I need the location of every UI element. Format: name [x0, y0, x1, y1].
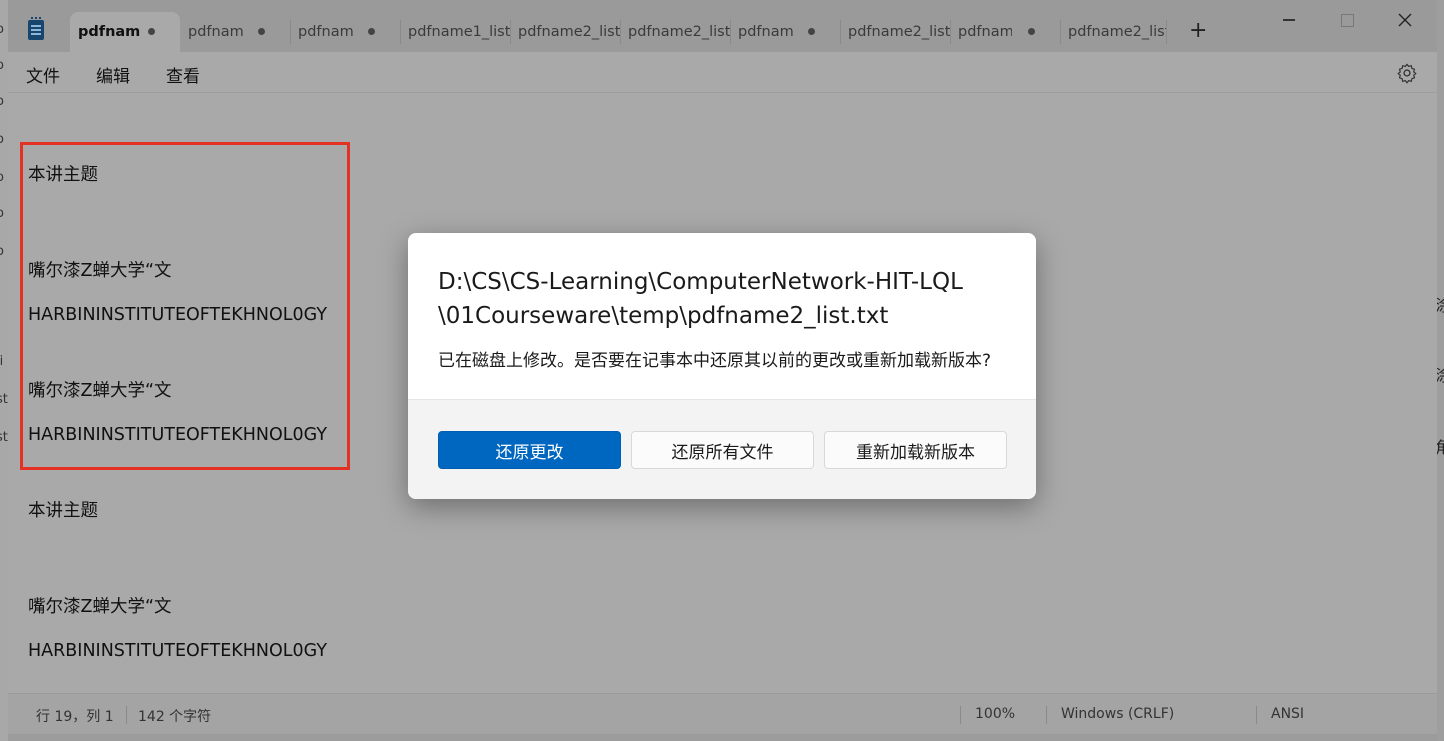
menu-bar: 文件 编辑 查看	[8, 52, 1437, 93]
background-text-fragment: 涂	[1437, 292, 1444, 316]
tab-label: pdfnam	[738, 24, 794, 40]
menu-view[interactable]: 查看	[166, 62, 200, 87]
background-text-fragment: o	[0, 22, 4, 37]
tab-label: pdfname2_list	[628, 24, 730, 40]
unsaved-dot-icon	[808, 28, 815, 35]
background-text-fragment: 角	[1437, 434, 1444, 458]
dialog-title: D:\CS\CS-Learning\ComputerNetwork-HIT-LQ…	[438, 265, 1008, 333]
editor-line: 嘴尔漆Z蝉大学“文	[28, 597, 172, 617]
unsaved-dot-icon	[148, 28, 155, 35]
tab-pdfnam-5[interactable]: pdfnam	[950, 12, 1060, 52]
tab-label: pdfname2_list	[1068, 24, 1166, 40]
tab-pdfname2-list-4[interactable]: pdfname2_list	[1060, 12, 1166, 52]
background-text-fragment: o	[0, 244, 4, 259]
close-icon	[1398, 13, 1412, 27]
unsaved-dot-icon	[368, 28, 375, 35]
status-bar: 行 19，列 1 142 个字符 100% Windows (CRLF) ANS…	[8, 693, 1437, 734]
tab-pdfname2-list-2[interactable]: pdfname2_list	[620, 12, 730, 52]
background-text-fragment: st	[0, 430, 8, 445]
reload-new-version-button[interactable]: 重新加载新版本	[824, 431, 1007, 469]
background-window-left: o o o o o o o ji st st	[0, 0, 8, 741]
maximize-icon	[1340, 13, 1354, 27]
dialog-message: 已在磁盘上修改。是否要在记事本中还原其以前的更改或重新加载新版本?	[438, 351, 992, 371]
tab-pdfname2-list-1[interactable]: pdfname2_list	[510, 12, 620, 52]
background-text-fragment: ji	[0, 354, 4, 369]
tab-label: pdfnam	[188, 24, 244, 40]
background-text-fragment: o	[0, 170, 4, 185]
tab-label: pdfnam	[78, 24, 141, 40]
line-ending-indicator[interactable]: Windows (CRLF)	[1061, 706, 1174, 722]
tab-label: pdfnam	[958, 24, 1012, 40]
editor-line: 本讲主题	[28, 501, 98, 521]
tab-pdfname1-list[interactable]: pdfname1_list	[400, 12, 510, 52]
background-text-fragment: o	[0, 94, 4, 109]
tab-pdfnam-1[interactable]: pdfnam	[70, 12, 180, 52]
character-count: 142 个字符	[138, 709, 212, 725]
unsaved-dot-icon	[1028, 28, 1035, 35]
background-window-right: 涂 涂 角	[1437, 0, 1444, 741]
menu-file[interactable]: 文件	[26, 62, 60, 87]
editor-line: HARBININSTITUTEOFTEKHNOL0GY	[28, 641, 328, 661]
restore-changes-button[interactable]: 还原更改	[438, 431, 621, 469]
close-window-button[interactable]	[1382, 6, 1428, 34]
notepad-app-icon	[28, 17, 44, 40]
background-text-fragment: o	[0, 206, 4, 221]
restore-all-files-button[interactable]: 还原所有文件	[631, 431, 814, 469]
editor-line: 嘴尔漆Z蝉大学“文	[28, 261, 172, 281]
tab-label: pdfname2_list	[848, 24, 950, 40]
tab-pdfnam-2[interactable]: pdfnam	[180, 12, 290, 52]
background-text-fragment: o	[0, 58, 4, 73]
tab-label: pdfnam	[298, 24, 354, 40]
new-tab-plus-icon[interactable]: +	[1189, 18, 1207, 43]
encoding-indicator[interactable]: ANSI	[1271, 706, 1304, 722]
tab-label: pdfname1_list	[408, 24, 510, 40]
tab-pdfname2-list-3[interactable]: pdfname2_list	[840, 12, 950, 52]
editor-line: 本讲主题	[28, 165, 98, 185]
unsaved-dot-icon	[258, 28, 265, 35]
tab-pdfnam-3[interactable]: pdfnam	[290, 12, 400, 52]
maximize-button[interactable]	[1324, 6, 1370, 34]
file-modified-dialog: D:\CS\CS-Learning\ComputerNetwork-HIT-LQ…	[408, 233, 1036, 499]
zoom-level[interactable]: 100%	[975, 706, 1015, 722]
minimize-button[interactable]	[1266, 6, 1312, 34]
background-text-fragment: st	[0, 392, 8, 407]
menu-edit[interactable]: 编辑	[96, 62, 130, 87]
editor-line: 嘴尔漆Z蝉大学“文	[28, 381, 172, 401]
minimize-icon	[1283, 19, 1295, 21]
dialog-footer: 还原更改 还原所有文件 重新加载新版本	[408, 399, 1036, 499]
dialog-title-line: D:\CS\CS-Learning\ComputerNetwork-HIT-LQ…	[438, 269, 963, 295]
dialog-title-line: \01Courseware\temp\pdfname2_list.txt	[438, 303, 889, 329]
cursor-position: 行 19，列 1	[36, 709, 114, 725]
title-bar: pdfnam pdfnam pdfnam pdfname1_list pdfna…	[8, 0, 1437, 52]
settings-gear-icon[interactable]	[1396, 62, 1418, 84]
background-text-fragment: o	[0, 132, 4, 147]
background-text-fragment: 涂	[1437, 362, 1444, 386]
editor-line: HARBININSTITUTEOFTEKHNOL0GY	[28, 305, 328, 325]
editor-line: HARBININSTITUTEOFTEKHNOL0GY	[28, 425, 328, 445]
tab-pdfnam-4[interactable]: pdfnam	[730, 12, 840, 52]
tab-label: pdfname2_list	[518, 24, 620, 40]
